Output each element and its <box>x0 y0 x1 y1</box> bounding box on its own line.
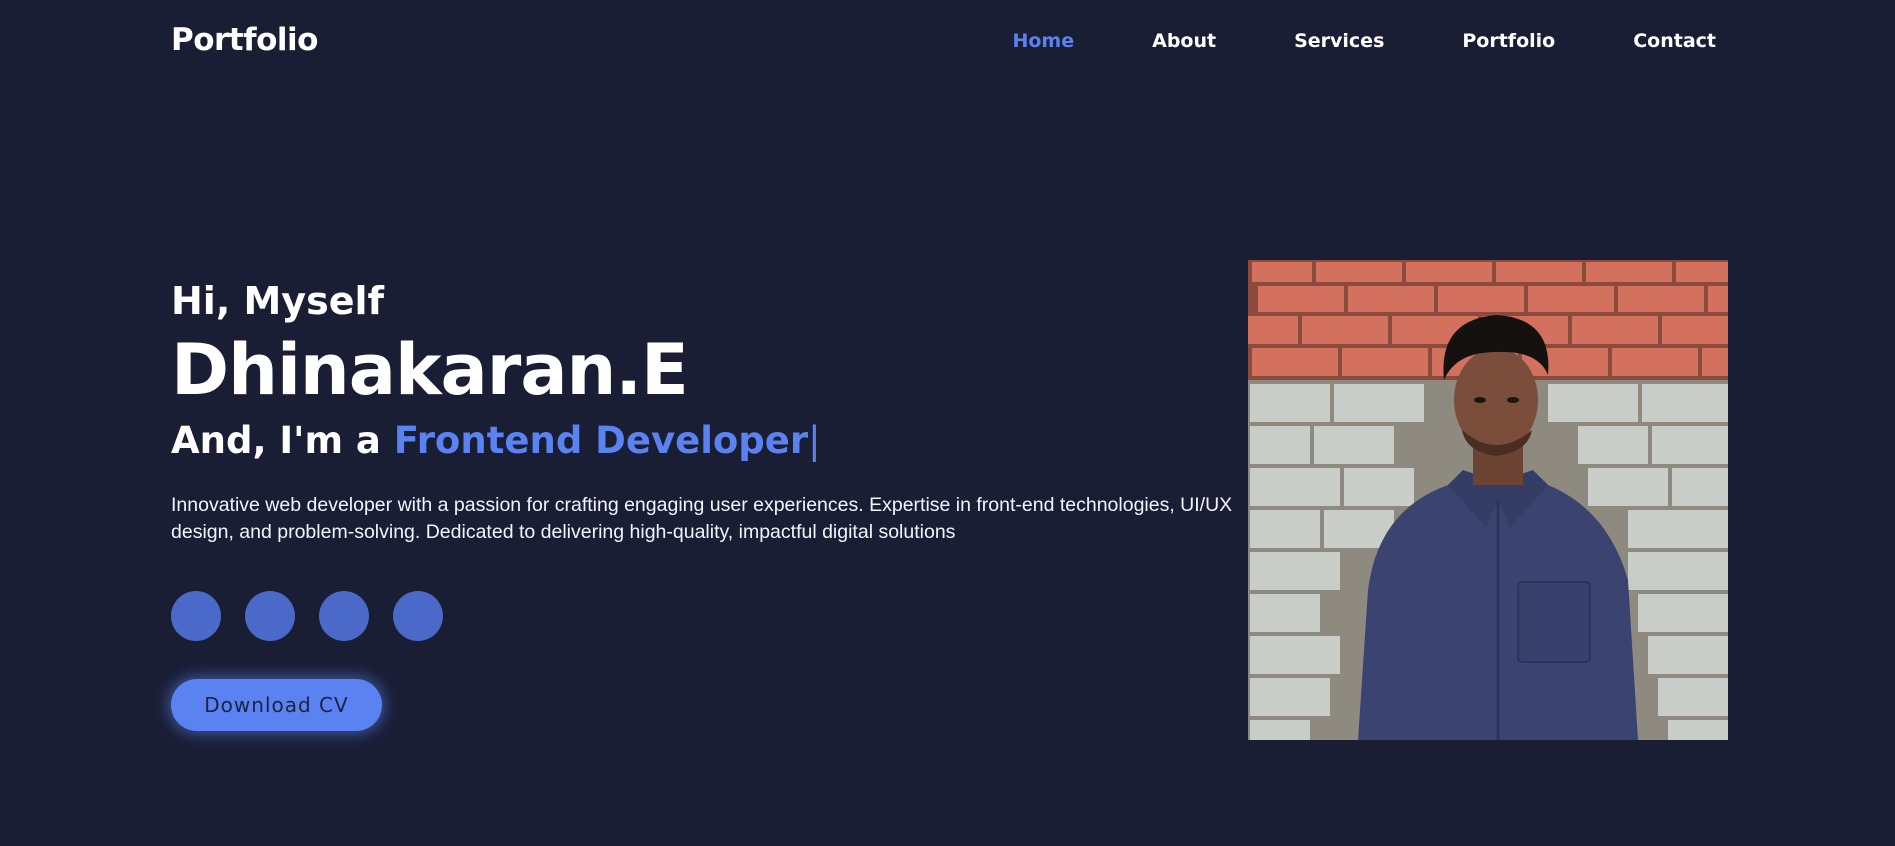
typing-cursor: | <box>808 419 821 462</box>
nav-about[interactable]: About <box>1152 30 1216 52</box>
hero-greeting: Hi, Myself <box>171 279 385 323</box>
profile-photo-image <box>1248 260 1728 740</box>
nav-services[interactable]: Services <box>1294 30 1384 52</box>
nav-portfolio[interactable]: Portfolio <box>1462 30 1555 52</box>
download-cv-button[interactable]: Download CV <box>171 679 382 731</box>
social-icon-1[interactable] <box>171 591 221 641</box>
main-nav: Home About Services Portfolio Contact <box>1012 30 1716 52</box>
social-icon-4[interactable] <box>393 591 443 641</box>
role-prefix: And, I'm a <box>171 419 394 462</box>
nav-contact[interactable]: Contact <box>1633 30 1716 52</box>
social-icon-3[interactable] <box>319 591 369 641</box>
nav-home[interactable]: Home <box>1012 30 1074 52</box>
hero-section: Hi, Myself Dhinakaran.E And, I'm a Front… <box>171 276 1241 546</box>
social-icon-2[interactable] <box>245 591 295 641</box>
site-header: Portfolio Home About Services Portfolio … <box>0 0 1895 86</box>
profile-photo <box>1248 260 1728 740</box>
social-links <box>171 591 467 641</box>
role-highlight: Frontend Developer <box>393 419 809 462</box>
site-logo[interactable]: Portfolio <box>171 22 318 58</box>
page: Portfolio Home About Services Portfolio … <box>0 0 1895 846</box>
hero-description: Innovative web developer with a passion … <box>171 494 1233 543</box>
hero-name: Dhinakaran.E <box>171 329 689 411</box>
hero-role: And, I'm a Frontend Developer| <box>171 416 1241 466</box>
